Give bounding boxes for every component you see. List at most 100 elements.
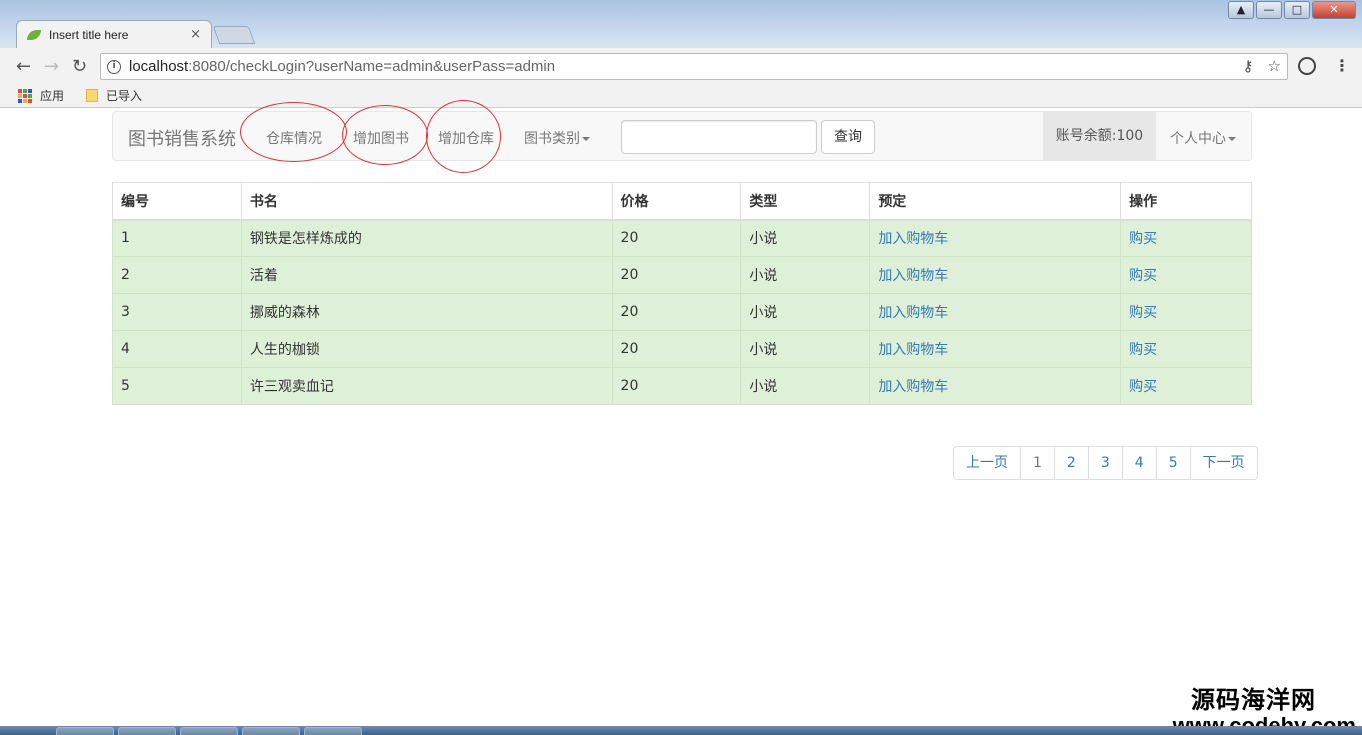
pagination-page-1[interactable]: 1 xyxy=(1020,446,1055,480)
buy-link[interactable]: 购买 xyxy=(1129,342,1157,358)
pagination-next[interactable]: 下一页 xyxy=(1189,446,1258,480)
cell-name: 许三观卖血记 xyxy=(240,367,613,405)
cell-type: 小说 xyxy=(740,293,871,331)
header-name: 书名 xyxy=(240,182,613,221)
window-up-button[interactable]: ▲ xyxy=(1228,1,1254,19)
cell-type: 小说 xyxy=(740,256,871,294)
cell-action: 购买 xyxy=(1120,367,1252,405)
header-action: 操作 xyxy=(1120,182,1252,221)
taskbar-item[interactable] xyxy=(118,727,176,735)
header-reserve: 预定 xyxy=(869,182,1122,221)
cell-id: 5 xyxy=(112,367,242,405)
bookmark-apps[interactable]: 应用 xyxy=(40,87,64,104)
taskbar-item[interactable] xyxy=(242,727,300,735)
add-to-cart-link[interactable]: 加入购物车 xyxy=(878,305,948,321)
caret-down-icon xyxy=(582,137,590,141)
cell-action: 购买 xyxy=(1120,256,1252,294)
cell-reserve: 加入购物车 xyxy=(869,256,1122,294)
info-icon[interactable]: i xyxy=(107,59,121,74)
cell-action: 购买 xyxy=(1120,219,1252,257)
annotation-circle xyxy=(342,105,428,165)
cell-id: 4 xyxy=(112,330,242,368)
browser-toolbar: ← → ↻ i localhost:8080/checkLogin?userNa… xyxy=(0,48,1362,84)
table-row: 5 许三观卖血记 20 小说 加入购物车 购买 xyxy=(112,367,1252,405)
table-row: 2 活着 20 小说 加入购物车 购买 xyxy=(112,256,1252,294)
leaf-icon xyxy=(27,29,41,40)
book-category-label: 图书类别 xyxy=(524,131,580,147)
annotation-circle xyxy=(426,100,501,173)
cell-action: 购买 xyxy=(1120,293,1252,331)
cell-reserve: 加入购物车 xyxy=(869,330,1122,368)
user-center-dropdown[interactable]: 个人中心 xyxy=(1170,128,1236,148)
cell-price: 20 xyxy=(611,330,742,368)
pagination-page-4[interactable]: 4 xyxy=(1121,446,1157,480)
table-row: 1 钢铁是怎样炼成的 20 小说 加入购物车 购买 xyxy=(112,219,1252,257)
add-to-cart-link[interactable]: 加入购物车 xyxy=(878,379,948,395)
nav-book-category-dropdown[interactable]: 图书类别 xyxy=(524,128,590,148)
bookmarks-bar: 应用 已导入 xyxy=(0,84,1362,108)
app-navbar: 图书销售系统 仓库情况 增加图书 增加仓库 图书类别 查询 账号余额:100 个… xyxy=(112,100,1252,173)
cell-type: 小说 xyxy=(740,219,871,257)
add-to-cart-link[interactable]: 加入购物车 xyxy=(878,231,948,247)
maximize-button[interactable]: □ xyxy=(1284,1,1310,19)
cell-price: 20 xyxy=(611,219,742,257)
taskbar-item[interactable] xyxy=(180,727,238,735)
buy-link[interactable]: 购买 xyxy=(1129,379,1157,395)
cell-reserve: 加入购物车 xyxy=(869,367,1122,405)
buy-link[interactable]: 购买 xyxy=(1129,305,1157,321)
table-row: 3 挪威的森林 20 小说 加入购物车 购买 xyxy=(112,293,1252,331)
cell-price: 20 xyxy=(611,293,742,331)
cell-id: 2 xyxy=(112,256,242,294)
search-input[interactable] xyxy=(621,120,817,154)
back-arrow-icon[interactable]: ← xyxy=(16,56,31,77)
close-icon[interactable]: × xyxy=(190,27,201,42)
header-id: 编号 xyxy=(112,182,242,221)
buy-link[interactable]: 购买 xyxy=(1129,268,1157,284)
apps-grid-icon[interactable] xyxy=(18,88,32,103)
pagination-prev[interactable]: 上一页 xyxy=(953,446,1021,480)
browser-titlebar: Insert title here × ▲ — □ ✕ xyxy=(0,0,1362,48)
brand-title[interactable]: 图书销售系统 xyxy=(128,125,236,151)
buy-link[interactable]: 购买 xyxy=(1129,231,1157,247)
header-type: 类型 xyxy=(740,182,871,221)
table-row: 4 人生的枷锁 20 小说 加入购物车 购买 xyxy=(112,330,1252,368)
account-balance[interactable]: 账号余额:100 xyxy=(1043,112,1156,160)
table-header-row: 编号 书名 价格 类型 预定 操作 xyxy=(112,182,1252,221)
star-icon[interactable]: ☆ xyxy=(1268,57,1281,75)
cell-reserve: 加入购物车 xyxy=(869,219,1122,257)
tab-title: Insert title here xyxy=(49,27,129,42)
cell-type: 小说 xyxy=(740,367,871,405)
search-button[interactable]: 查询 xyxy=(821,120,875,154)
bookmark-imported[interactable]: 已导入 xyxy=(106,87,142,104)
minimize-button[interactable]: — xyxy=(1256,1,1282,19)
url-host: localhost xyxy=(129,58,189,75)
caret-down-icon xyxy=(1228,137,1236,141)
key-icon[interactable]: ⚷ xyxy=(1243,57,1254,75)
taskbar-item[interactable] xyxy=(304,727,362,735)
pagination-page-2[interactable]: 2 xyxy=(1053,446,1089,480)
reload-icon[interactable]: ↻ xyxy=(72,56,87,77)
add-to-cart-link[interactable]: 加入购物车 xyxy=(878,342,948,358)
pagination-page-3[interactable]: 3 xyxy=(1087,446,1123,480)
pagination-page-5[interactable]: 5 xyxy=(1155,446,1191,480)
taskbar-item[interactable] xyxy=(56,727,114,735)
new-tab-button[interactable] xyxy=(212,26,256,44)
folder-icon xyxy=(86,89,99,102)
cell-action: 购买 xyxy=(1120,330,1252,368)
cell-id: 1 xyxy=(112,219,242,257)
browser-tab[interactable]: Insert title here × xyxy=(16,20,212,48)
forward-arrow-icon[interactable]: → xyxy=(44,56,59,77)
url-path: :8080/checkLogin?userName=admin&userPass… xyxy=(188,58,556,75)
pagination: 上一页 1 2 3 4 5 下一页 xyxy=(953,446,1258,480)
user-center-label: 个人中心 xyxy=(1170,131,1226,147)
watermark-cn: 源码海洋网 xyxy=(1191,685,1316,714)
header-price: 价格 xyxy=(611,182,742,221)
close-window-button[interactable]: ✕ xyxy=(1312,1,1356,19)
annotation-circle xyxy=(240,102,347,162)
add-to-cart-link[interactable]: 加入购物车 xyxy=(878,268,948,284)
menu-dots-icon[interactable]: ⋮ xyxy=(1334,56,1350,75)
address-bar[interactable]: i localhost:8080/checkLogin?userName=adm… xyxy=(100,53,1288,80)
extension-icon[interactable] xyxy=(1298,57,1316,75)
cell-name: 挪威的森林 xyxy=(240,293,613,331)
window-controls: ▲ — □ ✕ xyxy=(1226,1,1356,19)
